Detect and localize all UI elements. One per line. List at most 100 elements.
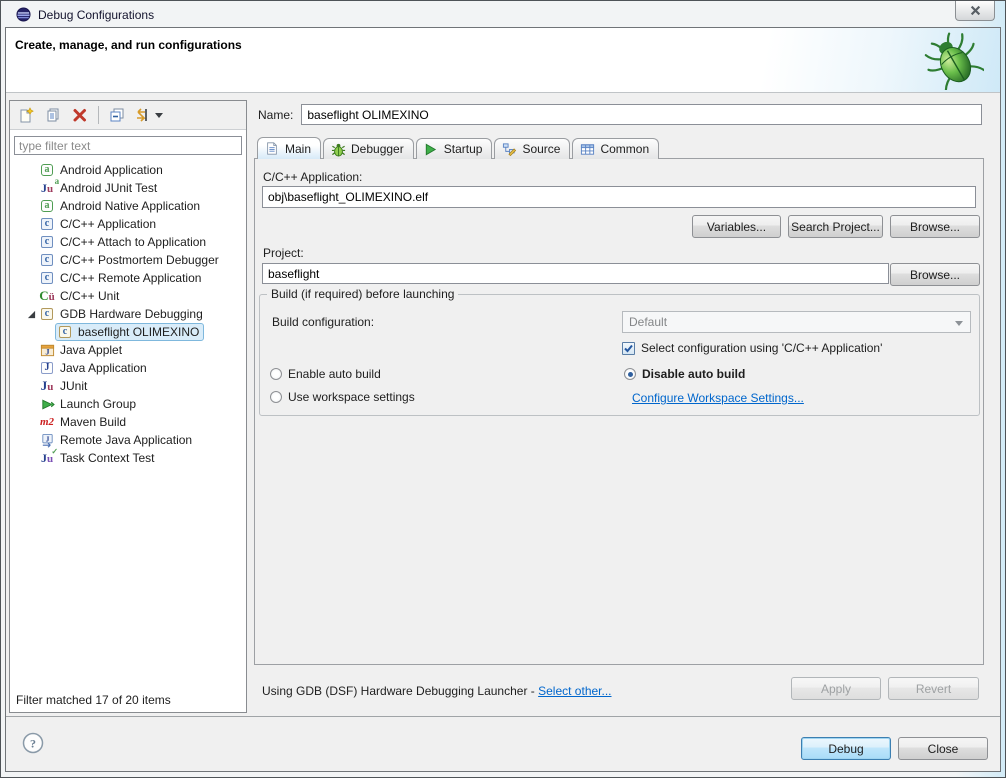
build-group-title: Build (if required) before launching	[267, 287, 458, 301]
tree-item-label: C/C++ Application	[60, 217, 156, 231]
disable-auto-build-label: Disable auto build	[642, 367, 745, 381]
use-workspace-settings-label: Use workspace settings	[288, 390, 415, 404]
project-input[interactable]	[262, 263, 889, 284]
application-input[interactable]	[262, 186, 976, 208]
close-button[interactable]: Close	[898, 737, 988, 760]
dialog-footer: ? Debug Close	[6, 716, 1000, 771]
filter-status: Filter matched 17 of 20 items	[10, 688, 246, 712]
help-icon[interactable]: ?	[22, 732, 44, 754]
select-configuration-row: Select configuration using 'C/C++ Applic…	[622, 341, 882, 355]
launcher-text: Using GDB (DSF) Hardware Debugging Launc…	[262, 684, 538, 698]
android-junit-icon: Jua	[39, 180, 55, 196]
expanded-arrow-icon[interactable]	[25, 308, 37, 320]
android-app-icon: a	[39, 198, 55, 214]
task-context-icon: Ju✓	[39, 450, 55, 466]
use-workspace-settings-radio[interactable]	[270, 391, 282, 403]
main-tab-content: C/C++ Application: Variables... Search P…	[254, 158, 984, 665]
tree-item-android-application[interactable]: aAndroid Application	[10, 161, 246, 179]
c-app-icon: c	[39, 252, 55, 268]
tree-item-c-c-unit[interactable]: CüC/C++ Unit	[10, 287, 246, 305]
tree-item-maven-build[interactable]: m2Maven Build	[10, 413, 246, 431]
tree-item-android-native-application[interactable]: a Android Native Application	[10, 197, 246, 215]
tab-label: Debugger	[351, 142, 404, 156]
tab-startup[interactable]: Startup	[416, 138, 493, 159]
tree-item-gdb-hardware-debugging[interactable]: c GDB Hardware Debugging	[10, 305, 246, 323]
tree-item-label: Launch Group	[60, 397, 136, 411]
delete-button[interactable]	[68, 104, 92, 127]
java-applet-icon: J	[39, 342, 55, 358]
browse-project-button[interactable]: Browse...	[890, 263, 980, 286]
c-app-icon: c	[39, 234, 55, 250]
tree-item-c-c-attach-to-application[interactable]: cC/C++ Attach to Application	[10, 233, 246, 251]
tree-item-label: Android Application	[60, 163, 163, 177]
launcher-row: Using GDB (DSF) Hardware Debugging Launc…	[254, 667, 984, 713]
close-window-button[interactable]	[955, 1, 995, 21]
tab-common[interactable]: Common	[572, 138, 659, 159]
filter-icon	[135, 107, 151, 123]
tab-bar: Main Debugger StartupSourceCommon	[257, 137, 661, 159]
new-configuration-button[interactable]	[14, 104, 38, 127]
configure-workspace-settings-link[interactable]: Configure Workspace Settings...	[632, 391, 804, 405]
tree-item-android-junit-test[interactable]: JuaAndroid JUnit Test	[10, 179, 246, 197]
configuration-editor: Name: MainDebuggerStartupSourceCommon C/…	[253, 98, 997, 713]
apply-button[interactable]: Apply	[791, 677, 881, 700]
revert-button[interactable]: Revert	[888, 677, 979, 700]
disable-auto-build-row: Disable auto build	[624, 367, 745, 381]
tree-item-junit[interactable]: Ju JUnit	[10, 377, 246, 395]
browse-application-button[interactable]: Browse...	[890, 215, 980, 238]
tree-item-label: Java Applet	[60, 343, 122, 357]
tab-source[interactable]: Source	[494, 138, 570, 159]
select-other-launcher-link[interactable]: Select other...	[538, 684, 611, 698]
name-input[interactable]	[301, 104, 982, 125]
tree-item-task-context-test[interactable]: Ju✓Task Context Test	[10, 449, 246, 467]
build-configuration-select[interactable]: Default	[622, 311, 971, 333]
tree-item-java-application[interactable]: JJava Application	[10, 359, 246, 377]
play-icon	[423, 141, 439, 157]
workspace-settings-row: Use workspace settings	[270, 390, 415, 404]
filter-button[interactable]	[132, 104, 166, 127]
java-app-icon: J	[39, 360, 55, 376]
header-banner: Create, manage, and run configurations	[6, 28, 1000, 93]
tree-item-java-applet[interactable]: J Java Applet	[10, 341, 246, 359]
gdb-icon: c	[39, 306, 55, 322]
tree-item-launch-group[interactable]: Launch Group	[10, 395, 246, 413]
collapse-all-button[interactable]	[105, 104, 129, 127]
tab-main[interactable]: Main	[257, 137, 321, 159]
tree-item-label: JUnit	[60, 379, 87, 393]
delete-icon	[72, 107, 88, 123]
tree-item-c-c-application[interactable]: cC/C++ Application	[10, 215, 246, 233]
variables-button[interactable]: Variables...	[692, 215, 781, 238]
junit-icon: Ju	[39, 378, 55, 394]
disable-auto-build-radio[interactable]	[624, 368, 636, 380]
maven-icon: m2	[39, 414, 55, 430]
filter-input[interactable]	[14, 136, 242, 155]
app-label: C/C++ Application:	[263, 170, 362, 184]
sidebar-toolbar	[10, 101, 246, 130]
project-label: Project:	[263, 246, 304, 260]
tree-item-c-c-remote-application[interactable]: cC/C++ Remote Application	[10, 269, 246, 287]
tree-item-label: Remote Java Application	[60, 433, 192, 447]
enable-auto-build-label: Enable auto build	[288, 367, 381, 381]
select-configuration-label: Select configuration using 'C/C++ Applic…	[641, 341, 882, 355]
search-project-button[interactable]: Search Project...	[788, 215, 883, 238]
tree-item-c-c-postmortem-debugger[interactable]: c C/C++ Postmortem Debugger	[10, 251, 246, 269]
tree-item-label: Android Native Application	[60, 199, 200, 213]
duplicate-button[interactable]	[41, 104, 65, 127]
tree-item-baseflight-olimexino[interactable]: cbaseflight OLIMEXINO	[10, 323, 246, 341]
tree-item-label: GDB Hardware Debugging	[60, 307, 203, 321]
tree-item-label: C/C++ Unit	[60, 289, 119, 303]
title-bar: Debug Configurations	[6, 3, 945, 26]
configurations-tree: aAndroid ApplicationJuaAndroid JUnit Tes…	[10, 158, 246, 688]
toolbar-separator	[98, 106, 99, 124]
tree-item-remote-java-application[interactable]: JRemote Java Application	[10, 431, 246, 449]
close-icon	[969, 5, 981, 17]
duplicate-icon	[45, 107, 61, 123]
tree-item-label: C/C++ Postmortem Debugger	[60, 253, 219, 267]
enable-auto-build-radio[interactable]	[270, 368, 282, 380]
debug-configurations-dialog: Debug Configurations Create, manage, and…	[0, 0, 1006, 778]
select-configuration-checkbox[interactable]	[622, 342, 635, 355]
dialog-content: Create, manage, and run configurations a…	[5, 27, 1001, 772]
debug-button[interactable]: Debug	[801, 737, 891, 760]
build-configuration-value: Default	[629, 315, 667, 329]
tab-debugger[interactable]: Debugger	[323, 138, 414, 159]
